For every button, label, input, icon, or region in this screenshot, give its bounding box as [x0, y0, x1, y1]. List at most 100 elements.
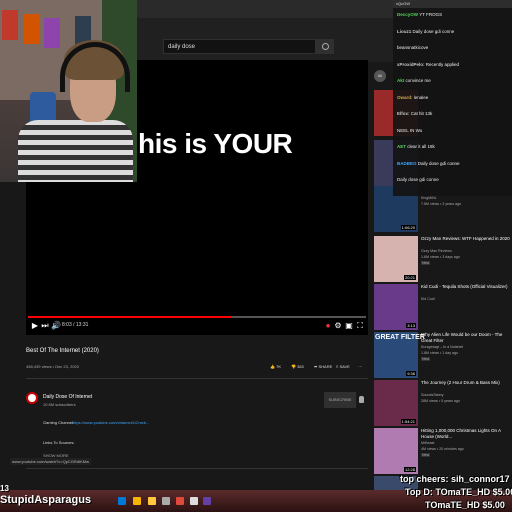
chat-message: Oward: lenalee [397, 95, 511, 100]
channel-avatar[interactable] [26, 392, 38, 404]
like-button[interactable]: 👍 7K [270, 364, 281, 369]
share-button[interactable]: ➦ SHARE [314, 364, 332, 369]
new-badge: New [421, 453, 431, 457]
chat-text: Recently applied [425, 61, 460, 67]
chat-user: Oward: [397, 94, 413, 100]
chat-user: Liouz1 [397, 28, 412, 34]
progress-fill [28, 316, 231, 318]
chat-user: Akt [397, 78, 405, 83]
share-label: SHARE [318, 364, 333, 369]
channel-name[interactable]: Daily Dose Of Internet [43, 394, 92, 400]
save-button[interactable]: ≡ SAVE [336, 364, 350, 369]
channel: MrBeast [421, 441, 435, 445]
progress-bar[interactable] [28, 316, 366, 318]
great-filter-thumb-text: GREAT FILTER [375, 334, 425, 341]
bell-icon[interactable] [359, 396, 364, 403]
desc-gaming-link[interactable]: https://www.youtube.com/channel/UCmzb... [72, 420, 149, 425]
fullscreen-icon[interactable]: ⛶ [356, 321, 364, 330]
chat-text: YT FROGS [419, 12, 443, 17]
duration: 20:21 [403, 275, 416, 280]
chat-header: xQcOW [393, 0, 512, 8]
streamer-shirt [18, 120, 133, 182]
duration: 1:06:20 [400, 225, 416, 230]
video-title: Kid Cudi - Tequila Shots (Official Visua… [421, 284, 508, 289]
folder-icon[interactable] [148, 497, 156, 505]
video-title: Why Alien Life Would be our Doom - The G… [421, 332, 503, 343]
chat-text: Daily dose gdi conne [417, 160, 460, 166]
filter-chip-all[interactable]: All [374, 70, 386, 82]
top-donor-2: TOmaTE_HD $5.00 [425, 500, 505, 510]
views: 28M views • 5 years ago [421, 399, 461, 403]
chrome-icon[interactable] [133, 497, 141, 505]
app-icon[interactable] [162, 497, 170, 505]
chat-text: Daily dose gdi conne [397, 177, 439, 182]
channel-subs: 10.5M subscribers [43, 402, 76, 407]
channel: KingMiNL [421, 196, 437, 200]
volume-icon[interactable]: 🔊 [51, 321, 61, 330]
dislike-button[interactable]: 👎 363 [291, 364, 304, 369]
chat-user: xProxidPelo: [397, 61, 425, 67]
chat-text: Cat hit 13k [410, 111, 433, 116]
miniplayer-icon[interactable]: ▣ [345, 321, 353, 330]
chat-message: DeccyOW YT FROGS [397, 12, 511, 17]
play-icon[interactable]: ▶ [31, 321, 39, 330]
divider [26, 468, 368, 469]
sub-name: StupidAsparagus [0, 494, 92, 506]
video-title: Best Of The Internet (2020) [26, 348, 99, 354]
desc-gaming-label: Gaming Channel: [43, 420, 75, 425]
chat-message: NEEL IN Wu [397, 128, 511, 133]
views: 7.6M views • 3 years ago [421, 202, 462, 206]
chat-message: xProxidPelo: Recently applied [397, 62, 511, 67]
chat-text: beansnatkicove [397, 45, 429, 50]
duration: 9:36 [406, 371, 416, 376]
chat-message: BADBEO Daily dose gdi conne [397, 161, 511, 166]
chat-text: NEEL IN Wu [397, 127, 423, 133]
chat-user: DeccyOW [397, 12, 419, 17]
sidebar-item[interactable]: 1:54:21 The Journey (2 Hour Drum & Bass M… [374, 380, 512, 426]
chat-user: AET [397, 144, 406, 149]
app-icon[interactable] [176, 497, 184, 505]
chat-message: Daily dose gdi conne [397, 177, 511, 182]
video-title: Hitting 1,000,000 Christmas Lights On A … [421, 428, 501, 439]
app-icon[interactable] [190, 497, 198, 505]
like-count: 7K [276, 364, 281, 369]
sidebar-item[interactable]: 20:21 Ozzy Man Reviews: WTF Happened in 2… [374, 236, 512, 282]
settings-icon[interactable]: ⚙ [334, 321, 342, 330]
new-badge: New [421, 357, 431, 361]
divider [26, 378, 368, 379]
status-url: www.youtube.com/watch?v=QpCGRdIKMw [10, 458, 92, 465]
sidebar-item[interactable]: 3:13 Kid Cudi - Tequila Shots (Official V… [374, 284, 512, 330]
chat-text: Daily dose gdi conne [412, 28, 455, 34]
twitch-icon[interactable] [203, 497, 211, 505]
chat-message: Akt convince me [397, 78, 511, 83]
video-meta: 458,439 views • Dec 23, 2020 [26, 364, 79, 369]
dislike-count: 363 [297, 364, 304, 369]
windows-icon[interactable] [118, 497, 126, 505]
sidebar-item[interactable]: 12:28 Hitting 1,000,000 Christmas Lights … [374, 428, 512, 474]
channel: SoundsSteery [421, 393, 444, 397]
subscribe-button[interactable]: SUBSCRIBE [324, 392, 356, 408]
video-title: Ozzy Man Reviews: WTF Happened in 2020 [421, 236, 510, 241]
chat-message: beansnatkicove [397, 45, 511, 50]
chat-text: convince me [405, 78, 431, 83]
video-caption: his is YOUR [138, 128, 293, 159]
views: 4M views • 20 minutes ago [421, 447, 464, 451]
save-label: SAVE [339, 364, 350, 369]
autoplay-icon[interactable]: ● [324, 321, 332, 330]
more-icon[interactable]: ⋯ [358, 364, 362, 369]
search-button[interactable] [316, 39, 334, 54]
time-display: 8:03 / 13:31 [62, 322, 89, 328]
top-donor: Top D: TOmaTE_HD $5.00 [405, 487, 512, 497]
desc-links-label: Links To Sources: [43, 440, 75, 445]
chat-text: clear it all 18k [407, 144, 435, 149]
wall-poster [44, 18, 60, 48]
chat-user: Elfox: [397, 111, 410, 116]
wall-poster [24, 14, 40, 44]
search-input[interactable]: daily dose [163, 39, 316, 54]
duration: 12:28 [403, 467, 416, 472]
top-cheers: top cheers: sih_connor17 500 [400, 474, 512, 484]
chat-message: Liouz1 Daily dose gdi conne [397, 29, 511, 34]
duration: 3:13 [406, 323, 416, 328]
channel: Kurzgesagt – In a Nutshell [421, 345, 464, 349]
next-icon[interactable]: ⏭ [41, 321, 49, 330]
